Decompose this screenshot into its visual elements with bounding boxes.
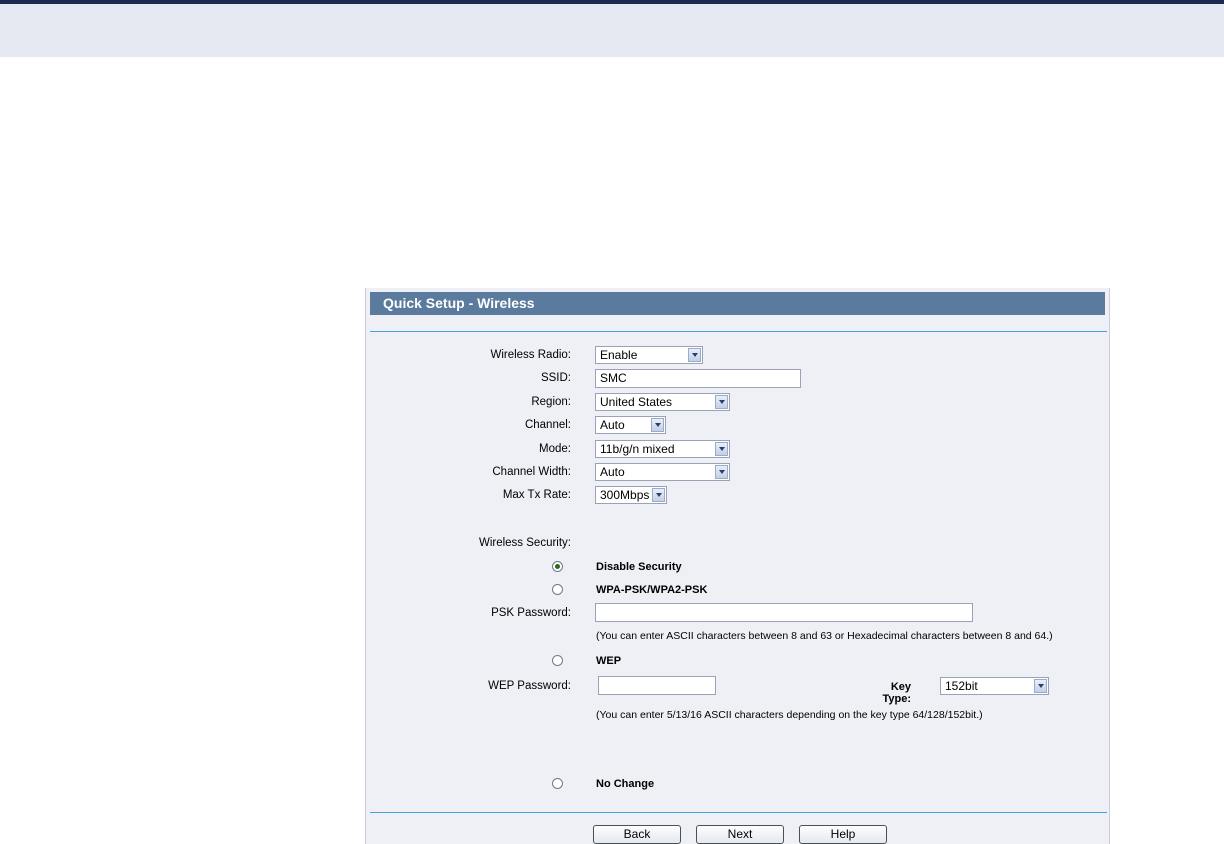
region-label: Region: — [531, 396, 571, 408]
max-tx-rate-label: Max Tx Rate: — [502, 489, 571, 501]
channel-select[interactable]: Auto — [595, 416, 666, 434]
no-change-label: No Change — [596, 778, 655, 790]
psk-password-label: PSK Password: — [491, 607, 571, 619]
wpa-psk-label: WPA-PSK/WPA2-PSK — [596, 584, 708, 596]
disable-security-radio[interactable] — [552, 561, 563, 572]
wep-password-input[interactable] — [598, 676, 716, 695]
wep-password-note: (You can enter 5/13/16 ASCII characters … — [596, 709, 983, 721]
chevron-down-icon[interactable] — [1034, 679, 1047, 693]
quick-setup-panel: Quick Setup - Wireless Wireless Radio: E… — [365, 288, 1110, 844]
bottom-divider — [370, 812, 1107, 813]
wireless-radio-value: Enable — [600, 348, 638, 362]
channel-value: Auto — [600, 418, 625, 432]
top-banner — [0, 0, 1224, 57]
channel-width-value: Auto — [600, 465, 625, 479]
chevron-down-icon[interactable] — [652, 488, 665, 502]
wpa-psk-radio[interactable] — [552, 584, 563, 595]
psk-password-input[interactable] — [595, 603, 973, 622]
max-tx-rate-select[interactable]: 300Mbps — [595, 486, 667, 504]
no-change-radio[interactable] — [552, 778, 563, 789]
back-button[interactable]: Back — [593, 825, 681, 844]
wep-label: WEP — [596, 655, 622, 667]
top-divider — [370, 331, 1107, 332]
channel-width-select[interactable]: Auto — [595, 463, 730, 481]
wep-radio[interactable] — [552, 655, 563, 666]
max-tx-rate-value: 300Mbps — [600, 488, 650, 502]
wireless-radio-label: Wireless Radio: — [490, 349, 571, 361]
chevron-down-icon[interactable] — [715, 442, 728, 456]
wireless-security-label: Wireless Security: — [478, 537, 571, 549]
mode-value: 11b/g/n mixed — [600, 442, 675, 456]
region-select[interactable]: United States — [595, 393, 730, 411]
wireless-radio-select[interactable]: Enable — [595, 346, 703, 364]
chevron-down-icon[interactable] — [651, 418, 664, 432]
ssid-input[interactable]: SMC — [595, 369, 801, 388]
mode-label: Mode: — [539, 443, 571, 455]
next-button[interactable]: Next — [696, 825, 784, 844]
mode-select[interactable]: 11b/g/n mixed — [595, 440, 730, 458]
ssid-label: SSID: — [540, 372, 571, 384]
wep-password-label: WEP Password: — [488, 680, 571, 692]
key-type-label: Key Type: — [882, 681, 911, 705]
chevron-down-icon[interactable] — [715, 465, 728, 479]
channel-width-label: Channel Width: — [492, 466, 571, 478]
disable-security-label: Disable Security — [596, 561, 682, 573]
region-value: United States — [600, 395, 673, 409]
channel-label: Channel: — [524, 419, 571, 431]
panel-title: Quick Setup - Wireless — [370, 292, 1105, 315]
key-type-select[interactable]: 152bit — [940, 677, 1049, 695]
chevron-down-icon[interactable] — [715, 395, 728, 409]
psk-password-note: (You can enter ASCII characters between … — [596, 630, 1053, 642]
chevron-down-icon[interactable] — [688, 348, 701, 362]
help-button[interactable]: Help — [799, 825, 887, 844]
key-type-value: 152bit — [945, 679, 978, 693]
